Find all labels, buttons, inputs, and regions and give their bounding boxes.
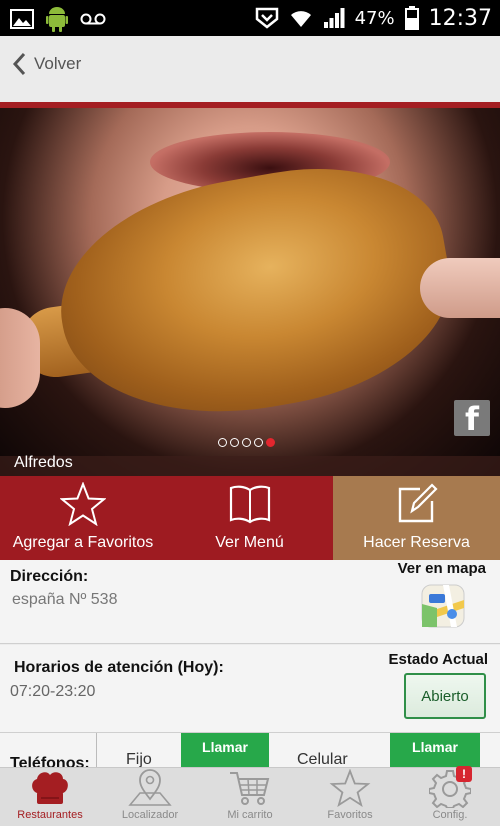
hero-image-carousel[interactable]: f Alfredos: [0, 108, 500, 476]
nav-cart[interactable]: Mi carrito: [200, 768, 300, 826]
phones-section: Teléfonos: Fijo Llamar Celular Llamar: [0, 733, 500, 767]
hours-title: Horarios de atención (Hoy):: [14, 659, 224, 676]
address-title: Dirección:: [10, 568, 89, 585]
carousel-dot[interactable]: [230, 438, 239, 447]
signal-icon: [323, 8, 345, 28]
action-bar: Agregar a Favoritos Ver Menú Hacer Reser…: [0, 476, 500, 560]
star-icon: [329, 768, 371, 808]
battery-icon: [404, 6, 419, 30]
view-menu-button[interactable]: Ver Menú: [166, 476, 333, 560]
make-reservation-label: Hacer Reserva: [363, 534, 470, 551]
carousel-dot[interactable]: [254, 438, 263, 447]
nav-cart-label: Mi carrito: [227, 809, 273, 821]
map-pin-icon: [128, 768, 172, 808]
wifi-icon: [290, 11, 311, 27]
current-state-title: Estado Actual: [388, 651, 488, 668]
facebook-icon: f: [465, 400, 479, 438]
chevron-left-icon: [12, 52, 26, 76]
call-mobile-button[interactable]: Llamar: [390, 733, 480, 767]
top-bar: Volver: [0, 36, 500, 102]
add-favorite-label: Agregar a Favoritos: [12, 534, 154, 551]
image-icon: [10, 9, 34, 29]
open-status-button[interactable]: Abierto: [404, 673, 486, 719]
divider: [96, 733, 97, 767]
hero-photo-finger: [0, 308, 40, 408]
system-icons: 47% 12:37: [255, 4, 492, 32]
data-saver-icon: [255, 7, 278, 29]
nav-locator-label: Localizador: [121, 809, 179, 821]
phones-label: Teléfonos:: [10, 755, 90, 767]
address-value: españa Nº 538: [12, 591, 118, 608]
android-icon: [46, 7, 68, 32]
facebook-share-button[interactable]: f: [454, 400, 490, 436]
make-reservation-button[interactable]: Hacer Reserva: [333, 476, 500, 560]
nav-favorites-label: Favoritos: [327, 809, 373, 821]
carousel-dot[interactable]: [218, 438, 227, 447]
nav-locator[interactable]: Localizador: [100, 768, 200, 826]
notification-icons: [10, 6, 106, 32]
hero-photo-finger: [420, 258, 500, 318]
mobile-phone-label: Celular: [297, 751, 348, 767]
nav-favorites[interactable]: Favoritos: [300, 768, 400, 826]
carousel-dot-active[interactable]: [266, 438, 275, 447]
view-map-label: Ver en mapa: [397, 560, 486, 577]
hero-photo-chicken: [42, 145, 468, 441]
hours-section: Horarios de atención (Hoy): 07:20-23:20 …: [0, 645, 500, 733]
carousel-dots: [218, 438, 275, 447]
add-favorite-button[interactable]: Agregar a Favoritos: [0, 476, 166, 560]
voicemail-icon: [80, 13, 106, 25]
nav-config-label: Config.: [432, 809, 468, 821]
back-label: Volver: [34, 54, 82, 73]
cart-icon: [228, 768, 272, 808]
book-icon: [229, 482, 271, 526]
address-section: Dirección: españa Nº 538 Ver en mapa: [0, 560, 500, 644]
maps-icon[interactable]: [421, 584, 465, 628]
restaurant-name: Alfredos: [14, 454, 73, 471]
star-icon: [60, 482, 106, 526]
bottom-navigation: Restaurantes Localizador Mi carrito Favo…: [0, 766, 500, 826]
back-button[interactable]: Volver: [12, 52, 81, 76]
battery-percent: 47%: [354, 7, 395, 29]
nav-config[interactable]: ! Config.: [400, 766, 500, 826]
carousel-dot[interactable]: [242, 438, 251, 447]
status-bar: 47% 12:37: [0, 0, 500, 36]
hours-value: 07:20-23:20: [10, 683, 96, 700]
edit-icon: [396, 482, 438, 526]
chef-hat-icon: [29, 768, 71, 808]
nav-restaurants-label: Restaurantes: [17, 809, 83, 821]
hero-caption-bar: [0, 456, 500, 476]
view-menu-label: Ver Menú: [215, 534, 284, 551]
call-fixed-button[interactable]: Llamar: [181, 733, 269, 767]
clock: 12:37: [428, 5, 492, 31]
notification-badge: !: [456, 766, 472, 782]
fixed-phone-label: Fijo: [126, 751, 152, 767]
nav-restaurants[interactable]: Restaurantes: [0, 768, 100, 826]
